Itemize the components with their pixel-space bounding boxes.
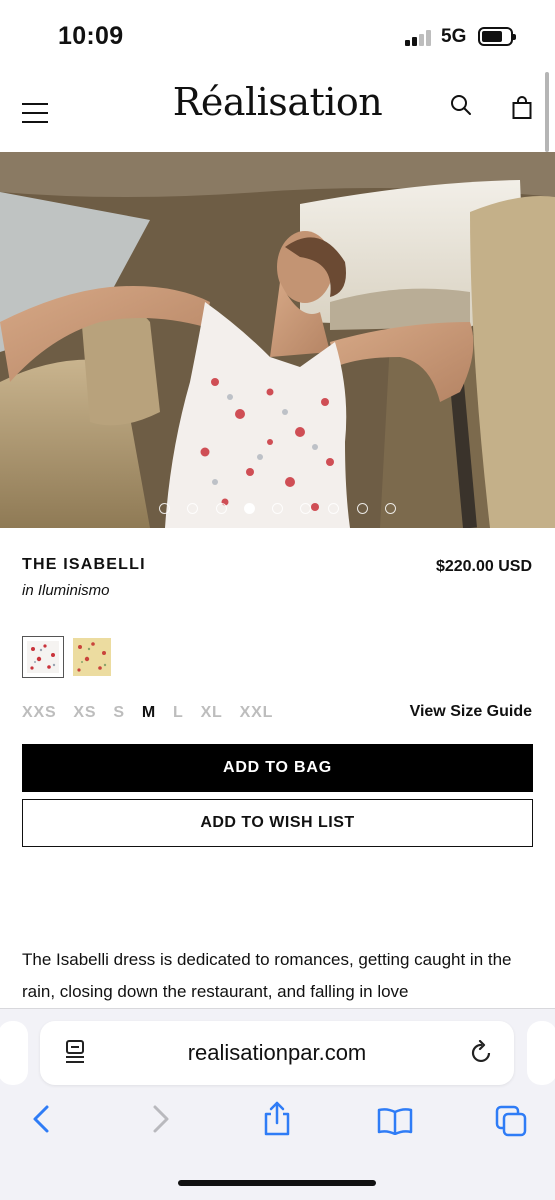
- add-to-wishlist-button[interactable]: ADD TO WISH LIST: [22, 799, 533, 847]
- site-header: Réalisation: [0, 72, 555, 152]
- address-bar[interactable]: realisationpar.com: [40, 1021, 514, 1085]
- product-title: THE ISABELLI: [22, 556, 146, 573]
- url-text[interactable]: realisationpar.com: [40, 1040, 514, 1066]
- cellular-signal-icon: [405, 30, 435, 46]
- size-option-xxl[interactable]: XXL: [240, 704, 274, 722]
- browser-toolbar: realisationpar.com: [0, 1008, 555, 1200]
- hero-photo: [0, 152, 555, 528]
- forward-icon[interactable]: [150, 1104, 172, 1139]
- carousel-dot[interactable]: [243, 503, 255, 514]
- add-to-bag-button[interactable]: ADD TO BAG: [22, 744, 533, 792]
- product-collection[interactable]: in Iluminismo: [22, 582, 110, 599]
- status-time: 10:09: [58, 22, 124, 50]
- carousel-dot[interactable]: [384, 503, 396, 514]
- carousel-dots: [0, 503, 555, 514]
- product-description: The Isabelli dress is dedicated to roman…: [22, 950, 512, 1001]
- swatch-yellow-floral-fill: [73, 638, 111, 676]
- carousel-dot[interactable]: [187, 503, 199, 514]
- size-option-xxs[interactable]: XXS: [22, 704, 56, 722]
- back-icon[interactable]: [30, 1104, 52, 1139]
- carousel-dot[interactable]: [300, 503, 312, 514]
- carousel-dot[interactable]: [356, 503, 368, 514]
- shopping-bag-icon[interactable]: [512, 96, 532, 125]
- reload-icon[interactable]: [470, 1039, 494, 1071]
- search-icon[interactable]: [450, 94, 472, 121]
- size-option-m[interactable]: M: [142, 704, 156, 722]
- size-option-l[interactable]: L: [173, 704, 184, 722]
- home-indicator: [178, 1180, 376, 1186]
- share-icon[interactable]: [262, 1101, 292, 1142]
- next-tab-preview[interactable]: [527, 1021, 555, 1085]
- size-selector: XXS XS S M L XL XXL: [22, 704, 290, 722]
- size-option-xl[interactable]: XL: [201, 704, 223, 722]
- scroll-indicator: [545, 72, 549, 152]
- swatch-white-floral-fill: [27, 641, 59, 673]
- size-option-s[interactable]: S: [113, 704, 124, 722]
- battery-icon: [478, 27, 516, 46]
- size-option-xs[interactable]: XS: [73, 704, 96, 722]
- swatch-white-floral[interactable]: [22, 636, 64, 678]
- carousel-dot[interactable]: [328, 503, 340, 514]
- product-hero-image[interactable]: [0, 152, 555, 528]
- carousel-dot[interactable]: [159, 503, 171, 514]
- carousel-dot[interactable]: [215, 503, 227, 514]
- swatch-yellow-floral[interactable]: [73, 638, 111, 676]
- network-label: 5G: [441, 26, 467, 47]
- tabs-icon[interactable]: [495, 1105, 527, 1142]
- status-bar: 10:09 5G: [0, 0, 555, 72]
- view-size-guide-link[interactable]: View Size Guide: [410, 703, 532, 721]
- product-price: $220.00 USD: [435, 558, 532, 575]
- previous-tab-preview[interactable]: [0, 1021, 28, 1085]
- bookmarks-icon[interactable]: [377, 1107, 413, 1140]
- carousel-dot[interactable]: [272, 503, 283, 514]
